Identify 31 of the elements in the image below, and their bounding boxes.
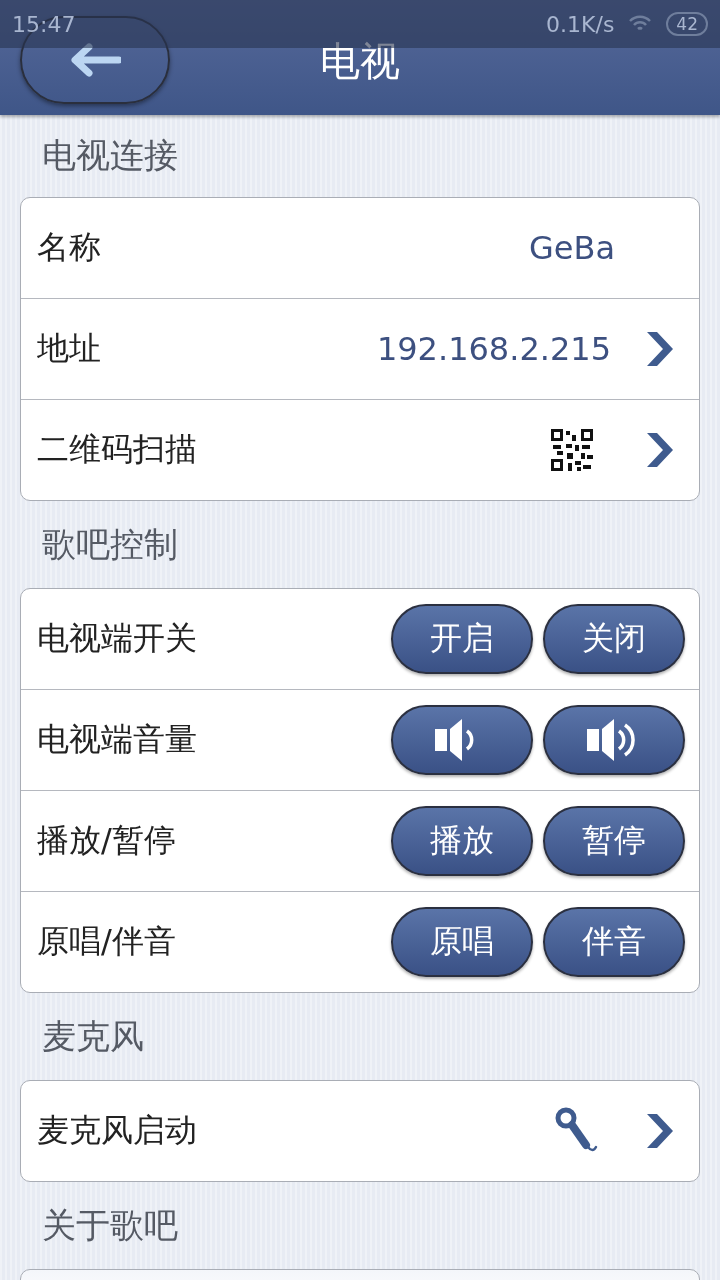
control-button[interactable]: 原唱 (391, 907, 533, 977)
settings-row[interactable]: 地址 192.168.2.215 (21, 298, 699, 399)
row-label: 地址 (37, 328, 102, 369)
control-button[interactable]: 关闭 (543, 604, 685, 674)
row-label: 播放/暂停 (37, 820, 177, 861)
status-time: 15:47 (12, 11, 76, 37)
settings-row[interactable]: 麦克风启动 (21, 1081, 699, 1181)
section-title: 电视连接 (41, 134, 178, 177)
row-label: 二维码扫描 (37, 429, 198, 470)
control-button[interactable]: 播放 (391, 806, 533, 876)
page-title: 电视 (319, 37, 401, 86)
section-title: 麦克风 (41, 1014, 144, 1058)
row-label: 电视端音量 (37, 719, 198, 760)
row-value: GeBa (528, 229, 615, 267)
section-title: 歌吧控制 (41, 522, 178, 566)
section-title: 关于歌吧 (41, 1203, 178, 1247)
row-label: 名称 (37, 227, 102, 268)
battery-level: 42 (666, 12, 708, 36)
row-label: 电视端开关 (37, 618, 198, 659)
control-button[interactable]: 暂停 (543, 806, 685, 876)
row-label: 麦克风启动 (37, 1110, 198, 1151)
volume-down-button[interactable] (391, 705, 533, 775)
qr-code-icon (551, 429, 593, 471)
back-arrow-icon (69, 43, 121, 77)
row-label: 原唱/伴音 (37, 921, 177, 962)
control-button[interactable]: 伴音 (543, 907, 685, 977)
row-value: 192.168.2.215 (376, 330, 611, 368)
settings-row[interactable]: 二维码扫描 (21, 399, 699, 500)
volume-up-button[interactable] (543, 705, 685, 775)
network-speed: 0.1K/s (546, 11, 615, 37)
control-button[interactable]: 开启 (391, 604, 533, 674)
